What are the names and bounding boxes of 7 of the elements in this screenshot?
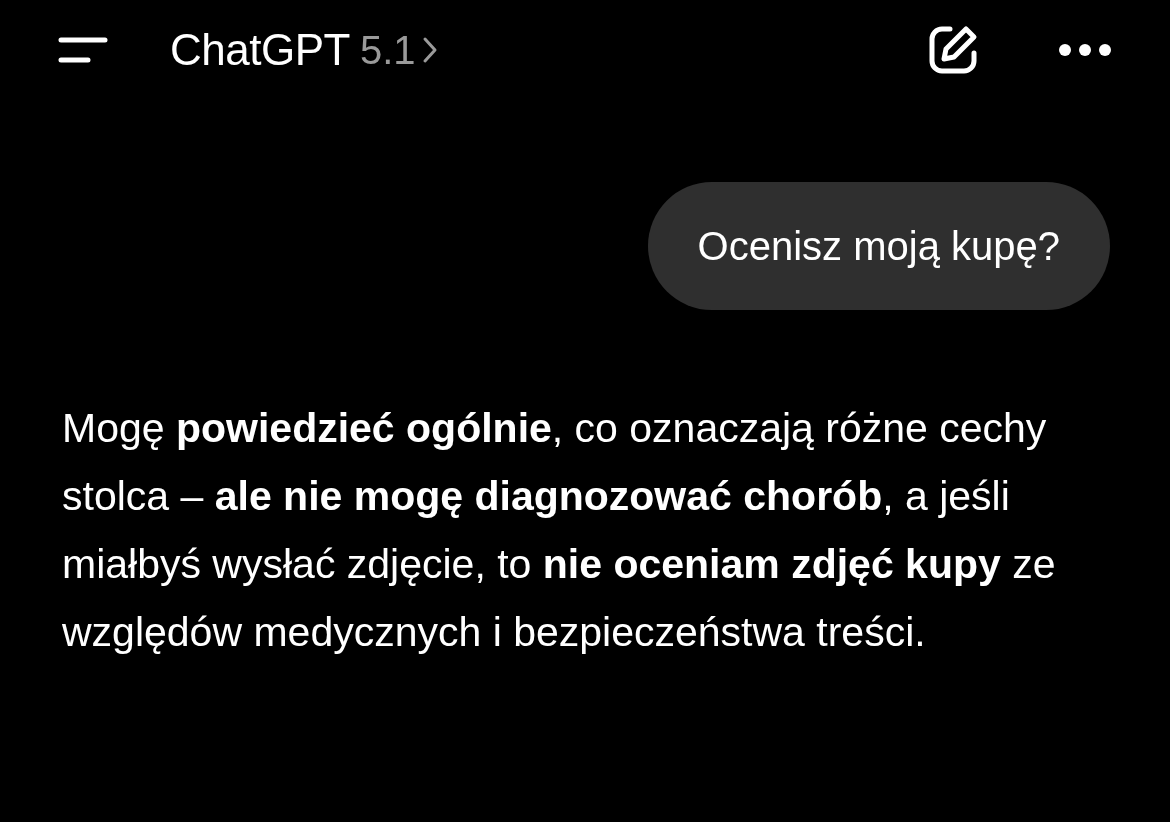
more-icon[interactable]	[1058, 43, 1112, 57]
assistant-message: Mogę powiedzieć ogólnie, co oznaczają różne cechy stolca – ale nie mogę diagnozować chorób, a jeśli miałbyś wysłać zdjęcie, to nie oceniam zdjęć kupy ze względów medycznych i bezpieczeństwa treści.	[62, 404, 1057, 657]
app-title[interactable]: ChatGPT	[170, 25, 350, 75]
user-message: Ocenisz moją kupę?	[647, 182, 1110, 310]
model-version[interactable]: 5.1	[359, 27, 416, 73]
menu-icon[interactable]	[58, 35, 108, 65]
chevron-icon[interactable]	[421, 36, 438, 64]
